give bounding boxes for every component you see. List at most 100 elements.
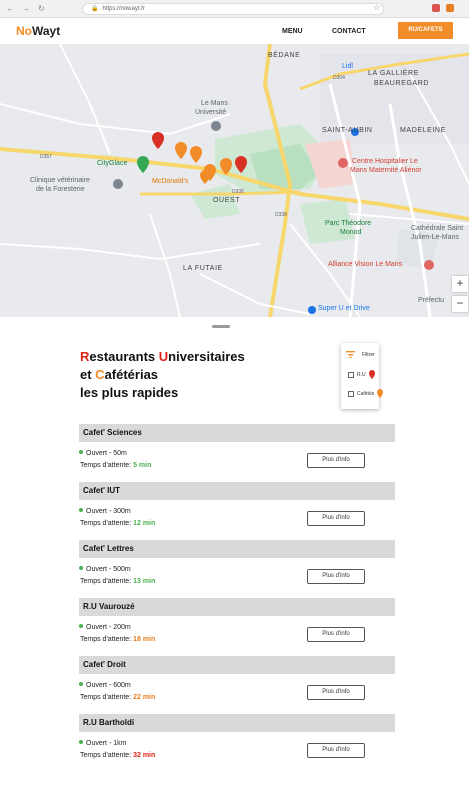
site-header: NoWayt MENU CONTACT RU/CAFETS	[0, 18, 469, 44]
status-text: Ouvert - 200m	[79, 624, 131, 631]
list-item: Cafet' Droit Ouvert - 600m Temps d'atten…	[79, 656, 395, 701]
open-dot-icon	[79, 624, 83, 628]
map-road-label: D338	[232, 189, 244, 195]
map-label: BEAUREGARD	[374, 80, 430, 87]
optician-icon	[424, 260, 434, 270]
list-item: R.U Vaurouzé Ouvert - 200m Temps d'atten…	[79, 598, 395, 643]
bookmark-star-icon[interactable]: ☆	[373, 3, 380, 12]
restaurant-name: Cafet' Sciences	[79, 424, 395, 442]
contact-link[interactable]: CONTACT	[332, 28, 366, 35]
map-label: Cathédrale Saint	[411, 225, 464, 232]
ru-marker-icon	[235, 156, 247, 173]
map-label: LA FUTAIE	[183, 265, 223, 272]
map-road-label: D357	[40, 154, 52, 160]
restaurant-name: Cafet' IUT	[79, 482, 395, 500]
status-text: Ouvert - 50m	[79, 450, 127, 457]
more-info-button[interactable]: Plus d'info	[307, 511, 365, 526]
map-label: McDonald's	[152, 178, 189, 185]
extension-icon[interactable]	[432, 4, 440, 12]
status-text: Ouvert - 300m	[79, 508, 131, 515]
zoom-in-button[interactable]: +	[452, 276, 468, 292]
list-item: Cafet' Lettres Ouvert - 500m Temps d'att…	[79, 540, 395, 585]
drag-handle[interactable]	[212, 325, 230, 328]
map-label: Parc Théodore	[325, 220, 372, 227]
ru-marker-icon	[368, 370, 375, 379]
open-dot-icon	[79, 682, 83, 686]
map-label: Julien-Le-Mans	[411, 234, 459, 241]
map-label: MADELEINE	[400, 127, 446, 134]
restaurant-name: Cafet' Lettres	[79, 540, 395, 558]
wait-time: Temps d'attente: 22 min	[80, 694, 156, 701]
more-info-button[interactable]: Plus d'info	[307, 453, 365, 468]
ru-cafets-button[interactable]: RU/CAFETS	[398, 22, 453, 39]
map-label: Lidl	[342, 63, 353, 70]
map-label: Clinique vétérinaire	[30, 177, 90, 184]
vet-icon	[113, 179, 123, 189]
ru-filter-label: R.U	[357, 371, 366, 378]
menu-link[interactable]: MENU	[282, 28, 303, 35]
cafet-marker-icon	[220, 158, 232, 175]
restaurant-name: Cafet' Droit	[79, 656, 395, 674]
address-bar[interactable]: 🔒 https://nowayt.fr	[82, 3, 384, 15]
map-label: Monod	[340, 229, 362, 236]
restaurant-name: R.U Bartholdi	[79, 714, 395, 732]
filter-label: Filtrer	[362, 351, 375, 358]
map-road-label: D304	[333, 75, 345, 81]
ru-marker-icon	[152, 132, 164, 149]
filter-panel: Filtrer R.U Cafétés	[341, 343, 384, 409]
restaurant-name: R.U Vaurouzé	[79, 598, 395, 616]
cafet-marker-icon	[377, 389, 384, 398]
open-dot-icon	[79, 566, 83, 570]
wait-time: Temps d'attente: 18 min	[80, 636, 156, 643]
cafet-filter-label: Cafétés	[357, 390, 375, 397]
map-label: BÉDANE	[268, 52, 301, 59]
map-label: Mans Maternité Aliénor	[350, 167, 422, 174]
map-label: Université	[195, 109, 227, 116]
open-dot-icon	[79, 450, 83, 454]
lock-icon: 🔒	[91, 6, 99, 12]
map-road-label: D338	[275, 212, 287, 218]
map-label: de la Foresterie	[36, 186, 85, 193]
status-text: Ouvert - 600m	[79, 682, 131, 689]
wait-time: Temps d'attente: 12 min	[80, 520, 156, 527]
list-item: R.U Bartholdi Ouvert - 1km Temps d'atten…	[79, 714, 395, 759]
map-label: LA GALLIÈRE	[368, 70, 419, 77]
page-title: Restaurants Universitaires et Cafétérias…	[80, 349, 245, 400]
more-info-button[interactable]: Plus d'info	[307, 569, 365, 584]
status-text: Ouvert - 1km	[79, 740, 126, 747]
place-marker-icon	[137, 156, 149, 173]
back-icon[interactable]: ←	[6, 4, 14, 13]
reload-icon[interactable]: ↻	[38, 4, 45, 13]
wait-time: Temps d'attente: 32 min	[80, 752, 156, 759]
map[interactable]: BÉDANE Lidl LA GALLIÈRE BEAUREGARD Le Ma…	[0, 44, 469, 317]
url-text: https://nowayt.fr	[102, 6, 145, 12]
map-label: SAINT-AUBIN	[322, 127, 373, 134]
map-label: CityGlace	[97, 160, 128, 167]
logo[interactable]: NoWayt	[16, 24, 60, 38]
map-label: Préfectu	[418, 297, 445, 304]
more-info-button[interactable]: Plus d'info	[307, 685, 365, 700]
list-item: Cafet' IUT Ouvert - 300m Temps d'attente…	[79, 482, 395, 527]
forward-icon[interactable]: →	[22, 4, 30, 13]
map-label: Alliance Vision Le Mans	[328, 261, 403, 268]
ru-checkbox[interactable]	[348, 371, 354, 378]
wait-time: Temps d'attente: 5 min	[80, 462, 152, 469]
store-icon	[308, 306, 316, 314]
map-label: Super U et Drive	[318, 305, 370, 312]
more-info-button[interactable]: Plus d'info	[307, 627, 365, 642]
wait-time: Temps d'attente: 13 min	[80, 578, 156, 585]
more-info-button[interactable]: Plus d'info	[307, 743, 365, 758]
cafet-checkbox[interactable]	[348, 390, 354, 397]
list-item: Cafet' Sciences Ouvert - 50m Temps d'att…	[79, 424, 395, 469]
open-dot-icon	[79, 508, 83, 512]
zoom-out-button[interactable]: −	[452, 296, 468, 312]
filter-icon[interactable]	[346, 351, 355, 358]
university-icon	[211, 121, 221, 131]
map-label: Centre Hospitalier Le	[352, 158, 418, 165]
hospital-icon	[338, 158, 348, 168]
map-label: Le Mans	[201, 100, 228, 107]
download-icon[interactable]	[446, 4, 454, 12]
cafet-marker-icon	[175, 142, 187, 159]
map-label: OUEST	[213, 197, 241, 204]
cafet-marker-icon	[190, 146, 202, 163]
